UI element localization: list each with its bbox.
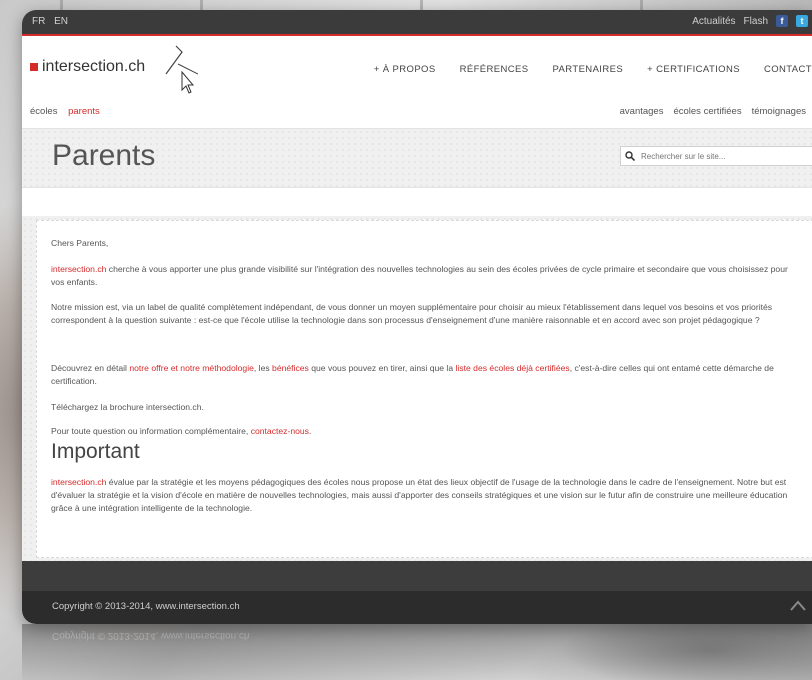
audience-tabs: écoles parents bbox=[30, 106, 100, 117]
page-title-bar: Parents bbox=[22, 128, 812, 188]
certified-schools-link[interactable]: liste des écoles déjà certifiées bbox=[456, 363, 570, 373]
language-switcher: FR EN bbox=[32, 16, 74, 27]
contact-pre: Pour toute question ou information compl… bbox=[51, 426, 251, 436]
brand-link[interactable]: intersection.ch bbox=[51, 264, 106, 274]
contact-post: . bbox=[308, 426, 312, 436]
page-title: Parents bbox=[52, 139, 156, 172]
top-bar: FR EN Actualités Flash f t bbox=[22, 10, 812, 36]
content-area: Chers Parents, intersection.ch cherche à… bbox=[22, 216, 812, 561]
discover-mid1: , les bbox=[253, 363, 273, 373]
site-logo[interactable]: intersection.ch bbox=[30, 58, 145, 76]
contact-paragraph: Pour toute question ou information compl… bbox=[51, 425, 791, 438]
intro-paragraph: intersection.ch cherche à vous apporter … bbox=[51, 263, 791, 289]
search-icon[interactable] bbox=[625, 151, 635, 161]
discover-pre: Découvrez en détail bbox=[51, 363, 130, 373]
important-heading: Important bbox=[51, 440, 140, 463]
footer-band bbox=[22, 561, 812, 591]
discover-paragraph: Découvrez en détail notre offre et notre… bbox=[51, 362, 791, 388]
top-link-flash[interactable]: Flash bbox=[744, 16, 768, 27]
search-input[interactable] bbox=[639, 150, 803, 162]
logo-text: intersection.ch bbox=[42, 58, 146, 75]
sub-link-ecoles-certifiees[interactable]: écoles certifiées bbox=[673, 106, 741, 117]
greeting: Chers Parents, bbox=[51, 238, 109, 248]
important-paragraph: intersection.ch évalue par la stratégie … bbox=[51, 476, 791, 515]
brochure-link[interactable]: Téléchargez la brochure intersection.ch. bbox=[51, 401, 791, 414]
contact-link[interactable]: contactez-nous bbox=[251, 426, 309, 436]
sub-nav: écoles parents avantages écoles certifié… bbox=[22, 96, 812, 128]
site-header: intersection.ch + À PROPOS RÉFÉRENCES PA… bbox=[22, 36, 812, 96]
tab-ecoles[interactable]: écoles bbox=[30, 106, 57, 117]
logo-square-icon bbox=[30, 63, 38, 71]
nav-certifications[interactable]: + CERTIFICATIONS bbox=[647, 64, 740, 75]
intro-text: cherche à vous apporter une plus grande … bbox=[51, 264, 788, 287]
article-body: Chers Parents, intersection.ch cherche à… bbox=[36, 220, 812, 558]
nav-a-propos[interactable]: + À PROPOS bbox=[374, 64, 436, 75]
browser-page: FR EN Actualités Flash f t intersection.… bbox=[22, 10, 812, 624]
window-reflection: Copyright © 2013-2014, www.intersection.… bbox=[22, 624, 812, 680]
pencil-cursor-icon bbox=[165, 45, 198, 94]
tab-parents[interactable]: parents bbox=[68, 106, 100, 117]
mission-paragraph: Notre mission est, via un label de quali… bbox=[51, 302, 773, 325]
nav-partenaires[interactable]: PARTENAIRES bbox=[553, 64, 624, 75]
important-text: évalue par la stratégie et les moyens pé… bbox=[51, 477, 788, 513]
sub-link-temoignages[interactable]: témoignages bbox=[752, 106, 806, 117]
discover-mid2: que vous pouvez en tirer, ainsi que la bbox=[308, 363, 456, 373]
lang-en[interactable]: EN bbox=[54, 16, 68, 27]
twitter-icon[interactable]: t bbox=[796, 15, 808, 27]
copyright-text: Copyright © 2013-2014, www.intersection.… bbox=[52, 601, 240, 612]
scroll-to-top-icon[interactable] bbox=[790, 599, 806, 611]
facebook-icon[interactable]: f bbox=[776, 15, 788, 27]
benefits-link[interactable]: bénéfices bbox=[272, 363, 309, 373]
top-link-news[interactable]: Actualités bbox=[692, 16, 735, 27]
lang-fr[interactable]: FR bbox=[32, 16, 45, 27]
search-box[interactable] bbox=[620, 146, 812, 166]
top-links: Actualités Flash f t bbox=[692, 15, 808, 27]
sub-link-avantages[interactable]: avantages bbox=[620, 106, 664, 117]
brand-link-2[interactable]: intersection.ch bbox=[51, 477, 106, 487]
nav-contact[interactable]: CONTACT bbox=[764, 64, 812, 75]
reflection-text: Copyright © 2013-2014, www.intersection.… bbox=[52, 630, 250, 641]
sub-nav-links: avantages écoles certifiées témoignages bbox=[620, 106, 806, 117]
site-footer: Copyright © 2013-2014, www.intersection.… bbox=[22, 591, 812, 624]
offer-link[interactable]: notre offre et notre méthodologie bbox=[129, 363, 254, 373]
nav-references[interactable]: RÉFÉRENCES bbox=[460, 64, 529, 75]
main-nav: + À PROPOS RÉFÉRENCES PARTENAIRES + CERT… bbox=[374, 64, 812, 75]
